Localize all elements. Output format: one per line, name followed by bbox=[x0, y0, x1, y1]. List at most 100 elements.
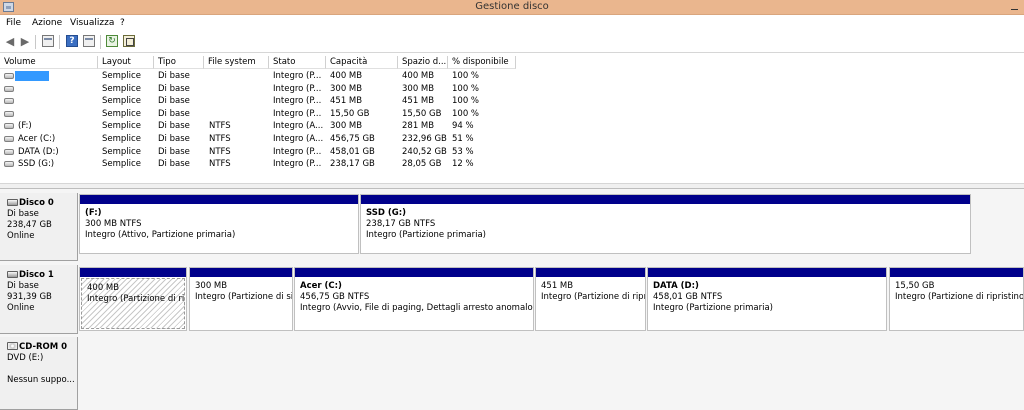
column-header-layout[interactable]: Layout bbox=[98, 56, 154, 69]
action-pane-icon[interactable] bbox=[83, 35, 95, 47]
volume-drive-icon bbox=[4, 136, 14, 142]
volume-drive-icon bbox=[4, 161, 14, 168]
volume-capacita: 15,50 GB bbox=[330, 108, 370, 119]
column-header-spazio[interactable]: Spazio d... bbox=[398, 56, 448, 69]
volume-name: DATA (D:) bbox=[18, 146, 59, 157]
volume-tipo: Di base bbox=[158, 108, 190, 119]
partition-size: 458,01 GB NTFS bbox=[653, 292, 723, 302]
partition-recovery-2[interactable]: 451 MB Integro (Partizione di ripri bbox=[535, 267, 646, 331]
menu-visualizza[interactable]: Visualizza bbox=[70, 18, 114, 28]
volume-perc: 12 % bbox=[452, 159, 474, 170]
partition-ssd-g[interactable]: SSD (G:) 238,17 GB NTFS Integro (Partizi… bbox=[360, 194, 971, 254]
window-title: Gestione disco bbox=[475, 1, 549, 12]
title-bar: Gestione disco bbox=[0, 0, 1024, 15]
column-header-capacita[interactable]: Capacità bbox=[326, 56, 398, 69]
column-header-volume[interactable]: Volume bbox=[0, 56, 98, 69]
volume-spazio: 28,05 GB bbox=[402, 159, 442, 170]
volume-stato: Integro (P... bbox=[273, 71, 322, 81]
partition-system[interactable]: 300 MB Integro (Partizione di sis bbox=[189, 267, 293, 331]
volume-layout: Semplice bbox=[102, 159, 141, 170]
volume-capacita: 400 MB bbox=[330, 71, 363, 81]
volume-drive-icon bbox=[4, 110, 14, 117]
menu-help[interactable]: ? bbox=[120, 18, 125, 28]
partition-status: Integro (Partizione di ripristino) bbox=[895, 292, 1023, 302]
disk-type: DVD (E:) bbox=[7, 353, 44, 363]
partition-size: 238,17 GB NTFS bbox=[366, 219, 436, 229]
disk-name: Disco 1 bbox=[19, 270, 54, 280]
partition-status: Integro (Partizione di ripr bbox=[87, 294, 185, 304]
partition-bar bbox=[890, 268, 1023, 277]
table-row[interactable]: Semplice Di base Integro (P... 400 MB 40… bbox=[0, 70, 520, 83]
partition-data-d[interactable]: DATA (D:) 458,01 GB NTFS Integro (Partiz… bbox=[647, 267, 887, 331]
partition-name: DATA (D:) bbox=[653, 281, 699, 291]
partition-f[interactable]: (F:) 300 MB NTFS Integro (Attivo, Partiz… bbox=[79, 194, 359, 254]
disk-name: Disco 0 bbox=[19, 198, 54, 208]
back-arrow-icon[interactable]: ◀ bbox=[4, 35, 16, 48]
disk-1-label[interactable]: Disco 1 Di base 931,39 GB Online bbox=[0, 265, 78, 334]
disk-0-label[interactable]: Disco 0 Di base 238,47 GB Online bbox=[0, 193, 78, 261]
volume-tipo: Di base bbox=[158, 71, 190, 81]
partition-status: Integro (Partizione primaria) bbox=[653, 303, 773, 313]
cdrom-icon bbox=[7, 342, 18, 350]
volume-stato: Integro (P... bbox=[273, 146, 322, 157]
partition-bar bbox=[295, 268, 533, 277]
volume-tipo: Di base bbox=[158, 159, 190, 170]
partition-recovery-3[interactable]: 15,50 GB Integro (Partizione di ripristi… bbox=[889, 267, 1024, 331]
forward-arrow-icon[interactable]: ▶ bbox=[19, 35, 31, 48]
volume-file-system: NTFS bbox=[209, 146, 231, 157]
table-row[interactable]: Semplice Di base Integro (P... 451 MB 45… bbox=[0, 95, 520, 108]
partition-name: SSD (G:) bbox=[366, 208, 407, 218]
menu-file[interactable]: File bbox=[6, 18, 21, 28]
column-header-file-system[interactable]: File system bbox=[204, 56, 269, 69]
volume-perc: 100 % bbox=[452, 83, 480, 94]
selected-volume-highlight bbox=[15, 71, 49, 81]
table-row[interactable]: Semplice Di base Integro (P... 15,50 GB … bbox=[0, 108, 520, 121]
disk-icon bbox=[7, 271, 18, 278]
minimize-button[interactable] bbox=[1007, 2, 1021, 13]
volume-stato: Integro (A... bbox=[273, 121, 324, 132]
volume-spazio: 240,52 GB bbox=[402, 146, 447, 157]
volume-file-system: NTFS bbox=[209, 134, 231, 144]
properties-icon[interactable] bbox=[123, 35, 135, 47]
volume-capacita: 456,75 GB bbox=[330, 134, 375, 144]
refresh-icon[interactable] bbox=[106, 35, 118, 47]
toolbar-separator bbox=[100, 35, 101, 49]
volume-name: Acer (C:) bbox=[18, 134, 56, 144]
partition-status: Integro (Avvio, File di paging, Dettagli… bbox=[300, 303, 533, 313]
column-header-stato[interactable]: Stato bbox=[269, 56, 326, 69]
disk-status: Online bbox=[7, 231, 35, 241]
table-row[interactable]: SSD (G:) Semplice Di base NTFS Integro (… bbox=[0, 158, 520, 171]
table-row[interactable]: (F:) Semplice Di base NTFS Integro (A...… bbox=[0, 120, 520, 133]
disk-status: Nessun suppo... bbox=[7, 375, 75, 385]
partition-bar bbox=[80, 268, 186, 277]
volume-tipo: Di base bbox=[158, 83, 190, 94]
help-icon[interactable]: ? bbox=[66, 35, 78, 47]
disk-graphical-view: Disco 0 Di base 238,47 GB Online (F:) 30… bbox=[0, 189, 1024, 410]
table-row[interactable]: DATA (D:) Semplice Di base NTFS Integro … bbox=[0, 146, 520, 159]
volume-layout: Semplice bbox=[102, 121, 141, 132]
column-header-perc-disponibile[interactable]: % disponibile bbox=[448, 56, 516, 69]
volume-layout: Semplice bbox=[102, 108, 141, 119]
volume-spazio: 300 MB bbox=[402, 83, 435, 94]
volume-spazio: 400 MB bbox=[402, 71, 435, 81]
column-header-tipo[interactable]: Tipo bbox=[154, 56, 204, 69]
partition-recovery-1[interactable]: 400 MB Integro (Partizione di ripr bbox=[79, 267, 187, 331]
partition-bar bbox=[536, 268, 645, 277]
partition-name: Acer (C:) bbox=[300, 281, 342, 291]
volume-stato: Integro (P... bbox=[273, 108, 322, 119]
menu-azione[interactable]: Azione bbox=[32, 18, 62, 28]
console-tree-icon[interactable] bbox=[42, 35, 54, 47]
disk-icon bbox=[7, 199, 18, 206]
partition-status: Integro (Partizione di sis bbox=[195, 292, 292, 302]
partition-bar bbox=[648, 268, 886, 277]
cdrom-0-label[interactable]: CD-ROM 0 DVD (E:) Nessun suppo... bbox=[0, 337, 78, 410]
volume-perc: 51 % bbox=[452, 134, 474, 144]
volume-perc: 100 % bbox=[452, 71, 480, 81]
toolbar: ◀ ▶ ? bbox=[0, 31, 1024, 53]
partition-acer-c[interactable]: Acer (C:) 456,75 GB NTFS Integro (Avvio,… bbox=[294, 267, 534, 331]
disk-size: 931,39 GB bbox=[7, 292, 52, 302]
table-row[interactable]: Acer (C:) Semplice Di base NTFS Integro … bbox=[0, 133, 520, 146]
table-row[interactable]: Semplice Di base Integro (P... 300 MB 30… bbox=[0, 83, 520, 96]
volume-spazio: 281 MB bbox=[402, 121, 435, 132]
disk-status: Online bbox=[7, 303, 35, 313]
